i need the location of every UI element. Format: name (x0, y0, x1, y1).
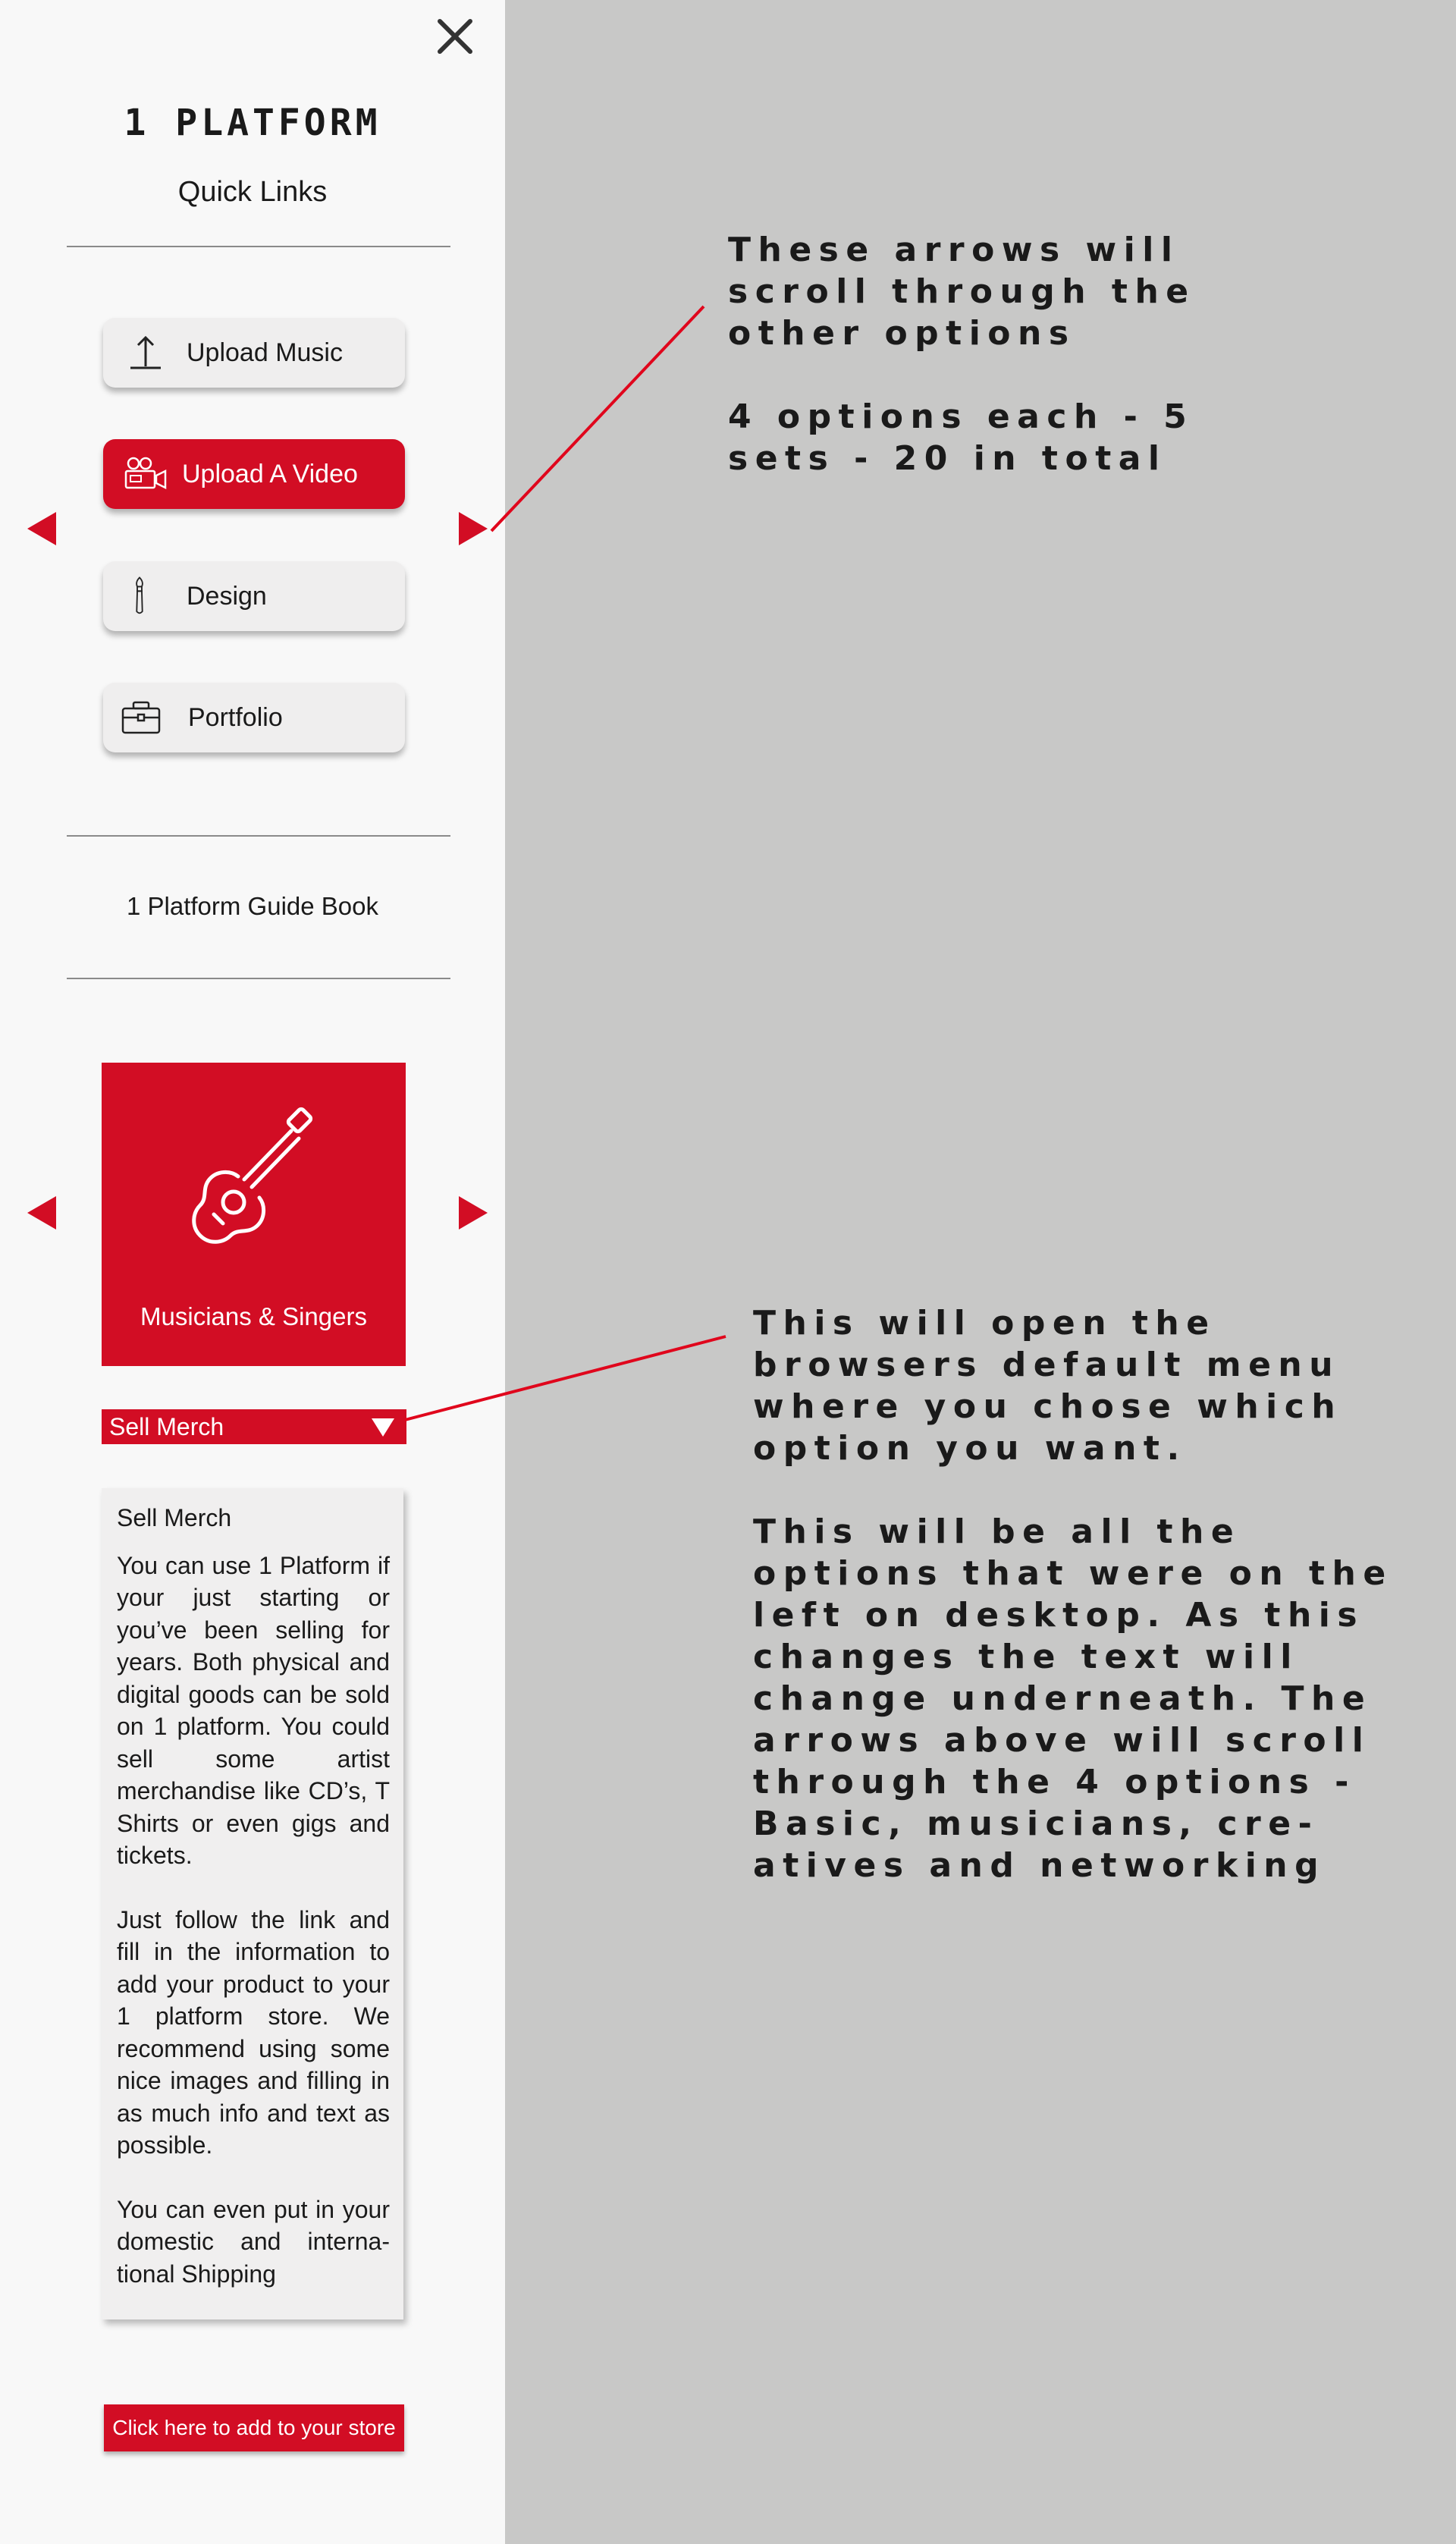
select-annotation: This will open the browsers default menu… (753, 1304, 1393, 1885)
upload-icon (130, 335, 161, 369)
divider (67, 978, 450, 979)
design-button[interactable]: Design (103, 561, 405, 631)
add-to-store-button[interactable]: Click here to add to your store (104, 2404, 404, 2451)
video-camera-icon (124, 457, 167, 490)
option-select[interactable]: Sell Merch (102, 1409, 406, 1444)
upload-video-button[interactable]: Upload A Video (103, 439, 405, 509)
category-prev-arrow[interactable] (27, 1196, 56, 1230)
info-paragraph: You can use 1 Platform if your just star… (117, 1551, 390, 1870)
category-label: Musicians & Singers (140, 1302, 367, 1330)
close-button[interactable] (432, 14, 478, 59)
mobile-menu-panel: 1 PLATFORM Quick Links Upload Music Uplo… (0, 0, 505, 2544)
info-paragraph: Just follow the link and fill in the inf… (117, 1905, 390, 2159)
guide-book-link[interactable]: 1 Platform Guide Book (30, 892, 475, 921)
divider (67, 246, 450, 247)
info-paragraph: You can even put in your domestic and in… (117, 2195, 390, 2288)
info-title: Sell Merch (117, 1504, 232, 1531)
arrows-annotation: These arrows will scroll through the oth… (728, 231, 1196, 478)
category-card[interactable]: Musicians & Singers (102, 1063, 406, 1366)
close-icon (438, 19, 472, 54)
arrows-note-connector (490, 305, 705, 532)
select-value: Sell Merch (109, 1413, 224, 1440)
portfolio-button[interactable]: Portfolio (103, 683, 405, 752)
info-card: Sell Merch You can use 1 Platform if you… (102, 1488, 403, 2319)
portfolio-label: Portfolio (188, 703, 283, 732)
quick-links-prev-arrow[interactable] (27, 512, 56, 545)
upload-music-button[interactable]: Upload Music (103, 318, 405, 388)
upload-video-label: Upload A Video (182, 460, 358, 488)
guitar-icon (192, 1107, 313, 1244)
quick-links-next-arrow[interactable] (459, 512, 488, 545)
briefcase-icon (121, 701, 161, 734)
caret-down-icon (372, 1418, 394, 1437)
upload-music-label: Upload Music (187, 338, 343, 367)
divider (67, 835, 450, 837)
category-next-arrow[interactable] (459, 1196, 488, 1230)
paintbrush-icon (136, 576, 143, 614)
quick-links-title: Quick Links (177, 176, 328, 208)
logo: 1 PLATFORM (124, 102, 381, 144)
design-label: Design (187, 582, 267, 611)
